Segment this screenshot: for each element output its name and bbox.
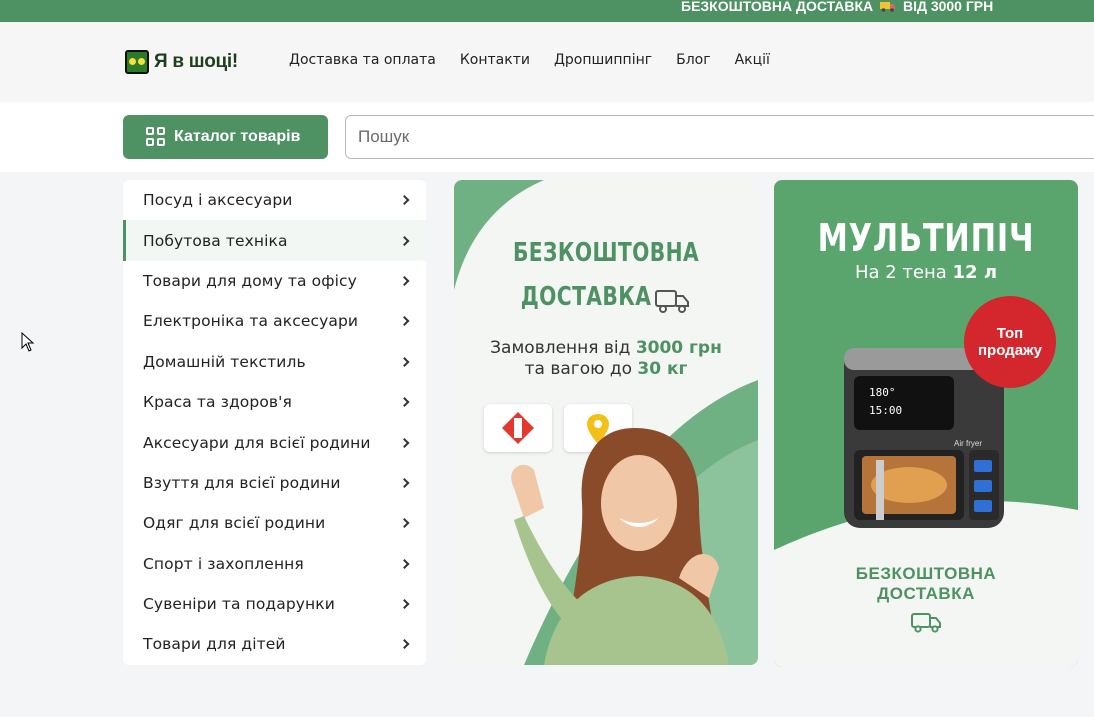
search-row: Каталог товарів bbox=[0, 102, 1094, 172]
product-title: МУЛЬТИПІЧ bbox=[817, 216, 1035, 260]
sidebar-item-label: Аксесуари для всієї родини bbox=[143, 433, 371, 452]
chevron-right-icon bbox=[399, 639, 410, 650]
delivery-banner[interactable]: БЕЗКОШТОВНА ДОСТАВКА Замовлення від 3000… bbox=[454, 180, 758, 665]
promo-text-part2: ВІД 3000 ГРН bbox=[902, 0, 994, 14]
banner-subtitle-line1: Замовлення від 3000 грн bbox=[454, 338, 758, 358]
product-subtitle-value: 12 л bbox=[952, 262, 998, 283]
nav-delivery-payment[interactable]: Доставка та оплата bbox=[289, 52, 436, 68]
truck-icon bbox=[880, 2, 896, 12]
catalog-button-label: Каталог товарів bbox=[174, 128, 301, 145]
chevron-right-icon bbox=[399, 356, 410, 367]
footer-line2: ДОСТАВКА bbox=[877, 584, 975, 603]
product-footer-title: БЕЗКОШТОВНА ДОСТАВКА bbox=[774, 564, 1078, 604]
sidebar-item-appliances[interactable]: Побутова техніка bbox=[123, 220, 426, 261]
sidebar-item-clothes[interactable]: Одяг для всієї родини bbox=[123, 503, 426, 543]
chevron-right-icon bbox=[399, 599, 410, 610]
promo-text: БЕЗКОШТОВНА ДОСТАВКА ВІД 3000 ГРН bbox=[681, 0, 993, 22]
sidebar-item-label: Домашній текстиль bbox=[143, 352, 306, 371]
badge-line2: продажу bbox=[977, 342, 1043, 359]
product-subtitle-text: На 2 тена bbox=[854, 262, 953, 283]
chevron-right-icon bbox=[399, 195, 410, 206]
banner-subtitle-value: 3000 грн bbox=[635, 338, 722, 358]
sidebar-item-tableware[interactable]: Посуд і аксесуари bbox=[123, 180, 426, 220]
banner-subtitle-value: 30 кг bbox=[637, 359, 688, 379]
product-banner[interactable]: МУЛЬТИПІЧ На 2 тена 12 л 180° 15:00 Air … bbox=[774, 180, 1078, 667]
sidebar-item-electronics[interactable]: Електроніка та аксесуари bbox=[123, 301, 426, 341]
sidebar-item-label: Краса та здоров'я bbox=[143, 393, 292, 412]
category-sidebar: Посуд і аксесуари Побутова техніка Товар… bbox=[123, 180, 426, 665]
fryer-label: Air fryer bbox=[954, 439, 982, 448]
sidebar-item-label: Взуття для всієї родини bbox=[143, 473, 341, 492]
search-input[interactable] bbox=[345, 115, 1094, 159]
nav-contacts[interactable]: Контакти bbox=[460, 52, 530, 68]
promo-bar: БЕЗКОШТОВНА ДОСТАВКА ВІД 3000 ГРН bbox=[0, 0, 1094, 22]
banner-subtitle-text: Замовлення від bbox=[490, 338, 636, 358]
top-sale-badge: Топ продажу bbox=[964, 296, 1056, 388]
product-subtitle: На 2 тена 12 л bbox=[774, 262, 1078, 283]
sidebar-item-accessories[interactable]: Аксесуари для всієї родини bbox=[123, 422, 426, 462]
truck-icon bbox=[655, 290, 689, 313]
fryer-display-time: 15:00 bbox=[869, 404, 902, 417]
chevron-right-icon bbox=[399, 437, 410, 448]
sidebar-item-label: Посуд і аксесуари bbox=[143, 191, 293, 210]
sidebar-item-label: Сувеніри та подарунки bbox=[143, 595, 335, 614]
chevron-right-icon bbox=[399, 235, 410, 246]
sidebar-item-beauty[interactable]: Краса та здоров'я bbox=[123, 382, 426, 422]
sidebar-item-sport[interactable]: Спорт і захоплення bbox=[123, 544, 426, 584]
banner-title-line1: БЕЗКОШТОВНА bbox=[512, 238, 700, 268]
sidebar-item-kids[interactable]: Товари для дітей bbox=[123, 624, 426, 664]
promo-text-part1: БЕЗКОШТОВНА ДОСТАВКА bbox=[681, 0, 874, 14]
chevron-right-icon bbox=[399, 397, 410, 408]
truck-icon bbox=[911, 613, 941, 633]
nav-sales[interactable]: Акції bbox=[735, 52, 770, 68]
fryer-display-temp: 180° bbox=[869, 386, 896, 399]
sidebar-item-textile[interactable]: Домашній текстиль bbox=[123, 342, 426, 382]
grid-icon bbox=[146, 126, 167, 148]
sidebar-item-shoes[interactable]: Взуття для всієї родини bbox=[123, 463, 426, 503]
sidebar-item-label: Спорт і захоплення bbox=[143, 554, 304, 573]
sidebar-item-gifts[interactable]: Сувеніри та подарунки bbox=[123, 584, 426, 624]
header: Я в шоці! Доставка та оплата Контакти Др… bbox=[0, 22, 1094, 102]
sidebar-item-label: Товари для дому та офісу bbox=[143, 271, 357, 290]
catalog-button[interactable]: Каталог товарів bbox=[123, 115, 328, 159]
chevron-right-icon bbox=[399, 518, 410, 529]
chevron-right-icon bbox=[399, 276, 410, 286]
nav-blog[interactable]: Блог bbox=[676, 52, 710, 68]
chevron-right-icon bbox=[399, 316, 410, 327]
badge-line1: Топ bbox=[996, 325, 1024, 342]
logo-text: Я в шоці! bbox=[154, 51, 238, 72]
chevron-right-icon bbox=[399, 558, 410, 569]
logo[interactable]: Я в шоці! bbox=[125, 49, 238, 75]
banner-subtitle-text: та вагою до bbox=[524, 359, 638, 379]
sidebar-item-home-office[interactable]: Товари для дому та офісу bbox=[123, 261, 426, 301]
sidebar-item-label: Побутова техніка bbox=[143, 231, 288, 250]
banner-subtitle-line2: та вагою до 30 кг bbox=[454, 359, 758, 379]
nav-dropshipping[interactable]: Дропшиппінг bbox=[554, 52, 652, 68]
smiling-woman-image bbox=[511, 428, 729, 665]
logo-icon bbox=[125, 50, 149, 74]
chevron-right-icon bbox=[399, 477, 410, 488]
sidebar-item-label: Товари для дітей bbox=[143, 635, 286, 654]
main-nav: Доставка та оплата Контакти Дропшиппінг … bbox=[289, 52, 794, 68]
footer-line1: БЕЗКОШТОВНА bbox=[855, 564, 997, 583]
sidebar-item-label: Одяг для всієї родини bbox=[143, 514, 326, 533]
mouse-cursor-icon bbox=[21, 332, 35, 352]
sidebar-item-label: Електроніка та аксесуари bbox=[143, 312, 359, 331]
